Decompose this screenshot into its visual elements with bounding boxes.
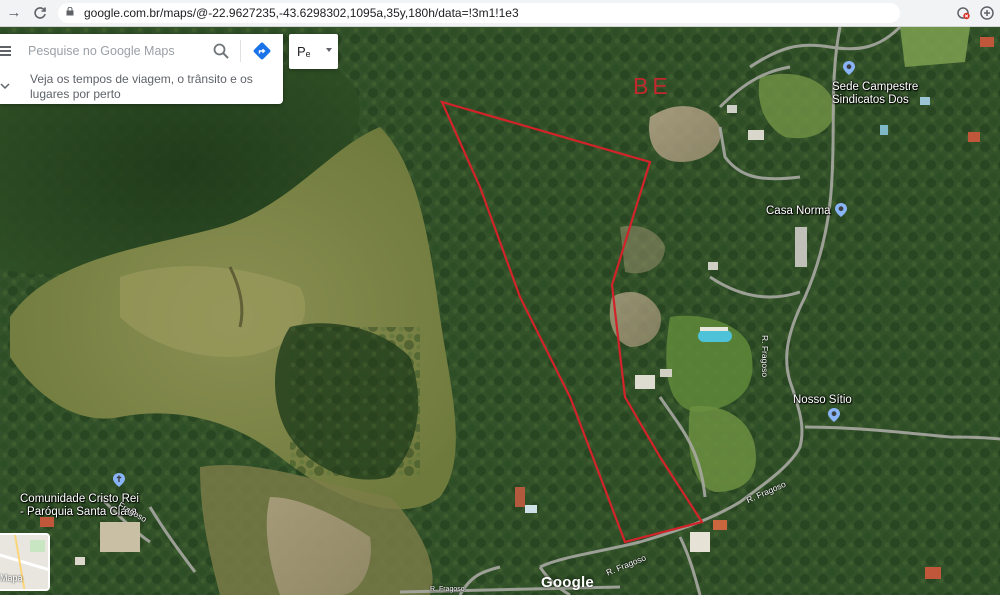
place-label-sede[interactable]: Sede Campestre Sindicatos Dos: [832, 81, 918, 107]
place-label-casa-norma[interactable]: Casa Norma: [766, 205, 831, 218]
search-hint[interactable]: Veja os tempos de viagem, o trânsito e o…: [30, 72, 270, 102]
place-pin-icon[interactable]: [827, 407, 841, 423]
search-icon[interactable]: [212, 42, 230, 60]
chevron-down-icon[interactable]: [0, 81, 10, 91]
search-panel: Veja os tempos de viagem, o trânsito e o…: [0, 34, 283, 104]
google-logo: Google: [541, 574, 594, 591]
map-type-toggle[interactable]: Mapa: [0, 533, 50, 591]
divider: [240, 40, 241, 62]
road-label: R. Fragoso: [760, 335, 770, 378]
reload-icon[interactable]: [30, 3, 50, 23]
place-label-line: Sede Campestre: [832, 81, 919, 93]
minimap-label: Mapa: [0, 573, 23, 583]
forward-arrow-icon[interactable]: →: [4, 3, 24, 23]
road-label: R. Fragoso: [430, 586, 465, 593]
address-bar[interactable]: google.com.br/maps/@-22.9627235,-43.6298…: [58, 3, 900, 23]
menu-icon[interactable]: [0, 44, 14, 58]
layer-label: Pₑ: [297, 44, 311, 59]
place-label-line: Sindicatos Dos: [832, 94, 909, 106]
place-label-nosso-sitio[interactable]: Nosso Sítio: [793, 394, 852, 407]
search-input[interactable]: [28, 40, 198, 62]
place-pin-icon[interactable]: [834, 202, 848, 218]
blocked-icon[interactable]: [954, 4, 972, 22]
layer-dropdown-button[interactable]: Pₑ: [289, 34, 338, 69]
browser-toolbar: → google.com.br/maps/@-22.9627235,-43.62…: [0, 0, 1000, 27]
church-pin-icon[interactable]: [112, 472, 126, 488]
place-pin-icon[interactable]: [842, 60, 856, 76]
directions-icon[interactable]: [252, 41, 272, 61]
caret-down-icon: [326, 48, 332, 52]
satellite-map[interactable]: [0, 27, 1000, 595]
lock-icon: [66, 7, 74, 16]
map-annotation: BE: [633, 73, 672, 99]
add-bookmark-icon[interactable]: [978, 4, 996, 22]
url-text: google.com.br/maps/@-22.9627235,-43.6298…: [84, 6, 519, 20]
